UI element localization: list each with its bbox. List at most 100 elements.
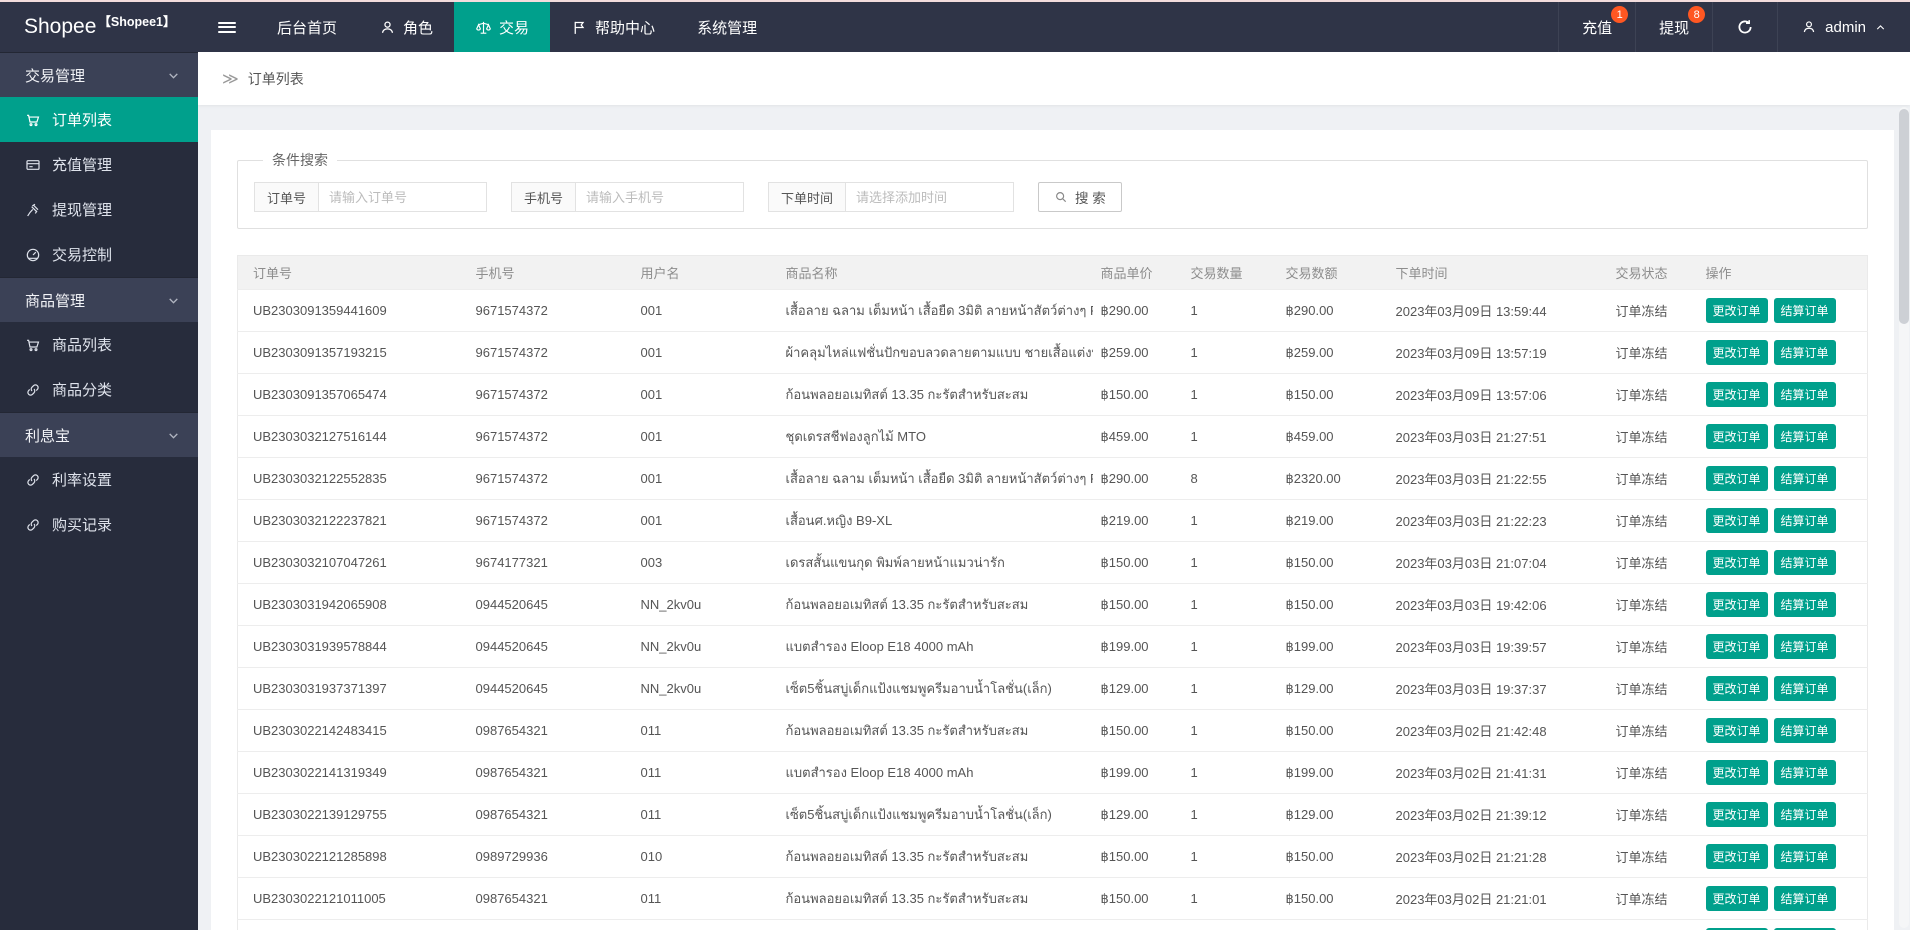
settle-order-button[interactable]: 结算订单 [1773, 886, 1836, 911]
modify-order-button[interactable]: 更改订单 [1705, 718, 1768, 743]
order-no-cell: UB2303091359441609 [237, 289, 468, 332]
modify-order-button[interactable]: 更改订单 [1705, 592, 1768, 617]
product-cell: ก้อนพลอยอเมทิสต์ 13.35 กะรัตสำหรับสะสม [777, 709, 1093, 752]
nav-item-help-center[interactable]: 帮助中心 [550, 2, 676, 52]
search-button[interactable]: 搜 索 [1038, 182, 1122, 212]
sidebar-item-recharge-management[interactable]: 充值管理 [0, 142, 198, 187]
modify-order-button[interactable]: 更改订单 [1705, 424, 1768, 449]
time-cell: 2023年03月09日 13:57:06 [1387, 373, 1608, 416]
settle-order-button[interactable]: 结算订单 [1773, 550, 1836, 575]
column-header: 交易数量 [1182, 255, 1278, 290]
modify-order-button[interactable]: 更改订单 [1705, 760, 1768, 785]
cart-icon [25, 112, 41, 128]
modify-order-button[interactable]: 更改订单 [1705, 844, 1768, 869]
modify-order-button[interactable]: 更改订单 [1705, 382, 1768, 407]
modify-order-button[interactable]: 更改订单 [1705, 298, 1768, 323]
phone-cell: 0987654321 [467, 793, 633, 836]
sidebar-item-label: 利率设置 [52, 472, 113, 489]
table-row: UB2303022121011005 0987654321 011 ก้อนพลอยอ… [237, 877, 1868, 920]
sidebar-item-product-list[interactable]: 商品列表 [0, 322, 198, 367]
order-no-input[interactable] [319, 182, 488, 212]
settle-order-button[interactable]: 结算订单 [1773, 508, 1836, 533]
search-button-label: 搜 索 [1075, 191, 1106, 206]
withdraw-label: 提现 [1659, 19, 1690, 37]
modify-order-button[interactable]: 更改订单 [1705, 340, 1768, 365]
username-cell: 001 [632, 415, 778, 458]
sidebar-group-product-management[interactable]: 商品管理 [0, 277, 198, 322]
nav-item-trade[interactable]: 交易 [454, 2, 551, 52]
sidebar-item-rate-settings[interactable]: 利率设置 [0, 457, 198, 502]
sidebar-item-withdraw-management[interactable]: 提现管理 [0, 187, 198, 232]
sidebar-item-purchase-records[interactable]: 购买记录 [0, 502, 198, 547]
modify-order-button[interactable]: 更改订单 [1705, 676, 1768, 701]
phone-input[interactable] [576, 182, 745, 212]
actions-cell: 更改订单结算订单 [1697, 877, 1868, 920]
username-cell: 001 [632, 289, 778, 332]
time-cell: 2023年03月09日 13:59:44 [1387, 289, 1608, 332]
sidebar-toggle-button[interactable] [198, 2, 256, 52]
actions-cell: 更改订单结算订单 [1697, 457, 1868, 500]
withdraw-link[interactable]: 提现 8 [1635, 2, 1712, 52]
order-no-cell: UB2303022120294836 [237, 919, 468, 930]
nav-item-roles[interactable]: 角色 [358, 2, 454, 52]
modify-order-button[interactable]: 更改订单 [1705, 466, 1768, 491]
amount-cell: ฿150.00 [1277, 835, 1388, 878]
qty-cell: 1 [1182, 835, 1278, 878]
order-no-field-group: 订单号 [254, 182, 488, 212]
modify-order-button[interactable]: 更改订单 [1705, 802, 1768, 827]
table-header-row: 订单号 手机号 用户名 商品名称 商品单价 交易数量 交易数额 下单时间 交易状态 操作 [237, 255, 1868, 290]
status-cell: 订单冻结 [1607, 625, 1698, 668]
table-row: UB2303022139129755 0987654321 011 เซ็ต5ชิ้น… [237, 793, 1868, 836]
settle-order-button[interactable]: 结算订单 [1773, 466, 1836, 491]
nav-item-dashboard[interactable]: 后台首页 [256, 2, 358, 52]
nav-item-label: 后台首页 [277, 19, 338, 37]
modify-order-button[interactable]: 更改订单 [1705, 886, 1768, 911]
product-cell: เซ็ต5ชิ้นสบู่เด็กแป้งแชมพูครีมอาบน้ำโลชั… [777, 667, 1093, 710]
settle-order-button[interactable]: 结算订单 [1773, 802, 1836, 827]
order-time-input[interactable] [846, 182, 1015, 212]
refresh-button[interactable] [1712, 2, 1777, 52]
sidebar-group-trade-management[interactable]: 交易管理 [0, 52, 198, 97]
sidebar-item-product-category[interactable]: 商品分类 [0, 367, 198, 412]
settle-order-button[interactable]: 结算订单 [1773, 424, 1836, 449]
unit-price-cell: ฿150.00 [1092, 583, 1183, 626]
settle-order-button[interactable]: 结算订单 [1773, 634, 1836, 659]
main-content: 条件搜索 订单号 手机号 下单时间 搜 索 [198, 105, 1910, 930]
settle-order-button[interactable]: 结算订单 [1773, 382, 1836, 407]
settle-order-button[interactable]: 结算订单 [1773, 340, 1836, 365]
settle-order-button[interactable]: 结算订单 [1773, 718, 1836, 743]
modify-order-button[interactable]: 更改订单 [1705, 634, 1768, 659]
chevron-up-icon [1874, 21, 1887, 34]
amount-cell: ฿150.00 [1277, 709, 1388, 752]
flag-icon [571, 19, 588, 36]
nav-item-system[interactable]: 系统管理 [676, 2, 778, 52]
sidebar-item-order-list[interactable]: 订单列表 [0, 97, 198, 142]
recharge-link[interactable]: 充值 1 [1558, 2, 1635, 52]
vertical-scrollbar[interactable] [1899, 107, 1909, 928]
modify-order-button[interactable]: 更改订单 [1705, 508, 1768, 533]
phone-cell: 0944520645 [467, 583, 633, 626]
sidebar-item-trade-control[interactable]: 交易控制 [0, 232, 198, 277]
scrollbar-thumb[interactable] [1899, 109, 1909, 324]
modify-order-button[interactable]: 更改订单 [1705, 550, 1768, 575]
top-navigation: 后台首页 角色 交易 帮助中心 系统管理 [256, 2, 778, 52]
order-no-cell: UB2303022121011005 [237, 877, 468, 920]
amount-cell: ฿150.00 [1277, 541, 1388, 584]
settle-order-button[interactable]: 结算订单 [1773, 298, 1836, 323]
product-cell: เซ็ต5ชิ้นสบู่เด็กแป้งแชมพูครีมอาบน้ำโลชั… [777, 793, 1093, 836]
column-header: 用户名 [632, 255, 778, 290]
settle-order-button[interactable]: 结算订单 [1773, 844, 1836, 869]
unit-price-cell: ฿290.00 [1092, 289, 1183, 332]
username-cell: NN_2kv0u [632, 583, 778, 626]
search-panel-legend: 条件搜索 [272, 152, 328, 168]
sidebar-item-label: 商品列表 [52, 337, 113, 354]
product-cell: เดรสสั้นแขนกุด พิมพ์ลายหน้าแมวน่ารัก [777, 541, 1093, 584]
settle-order-button[interactable]: 结算订单 [1773, 760, 1836, 785]
user-menu[interactable]: admin [1777, 2, 1910, 52]
sidebar-group-interest-treasure[interactable]: 利息宝 [0, 412, 198, 457]
settle-order-button[interactable]: 结算订单 [1773, 676, 1836, 701]
time-cell: 2023年03月02日 21:39:12 [1387, 793, 1608, 836]
status-cell: 订单冻结 [1607, 793, 1698, 836]
actions-cell: 更改订单结算订单 [1697, 793, 1868, 836]
settle-order-button[interactable]: 结算订单 [1773, 592, 1836, 617]
